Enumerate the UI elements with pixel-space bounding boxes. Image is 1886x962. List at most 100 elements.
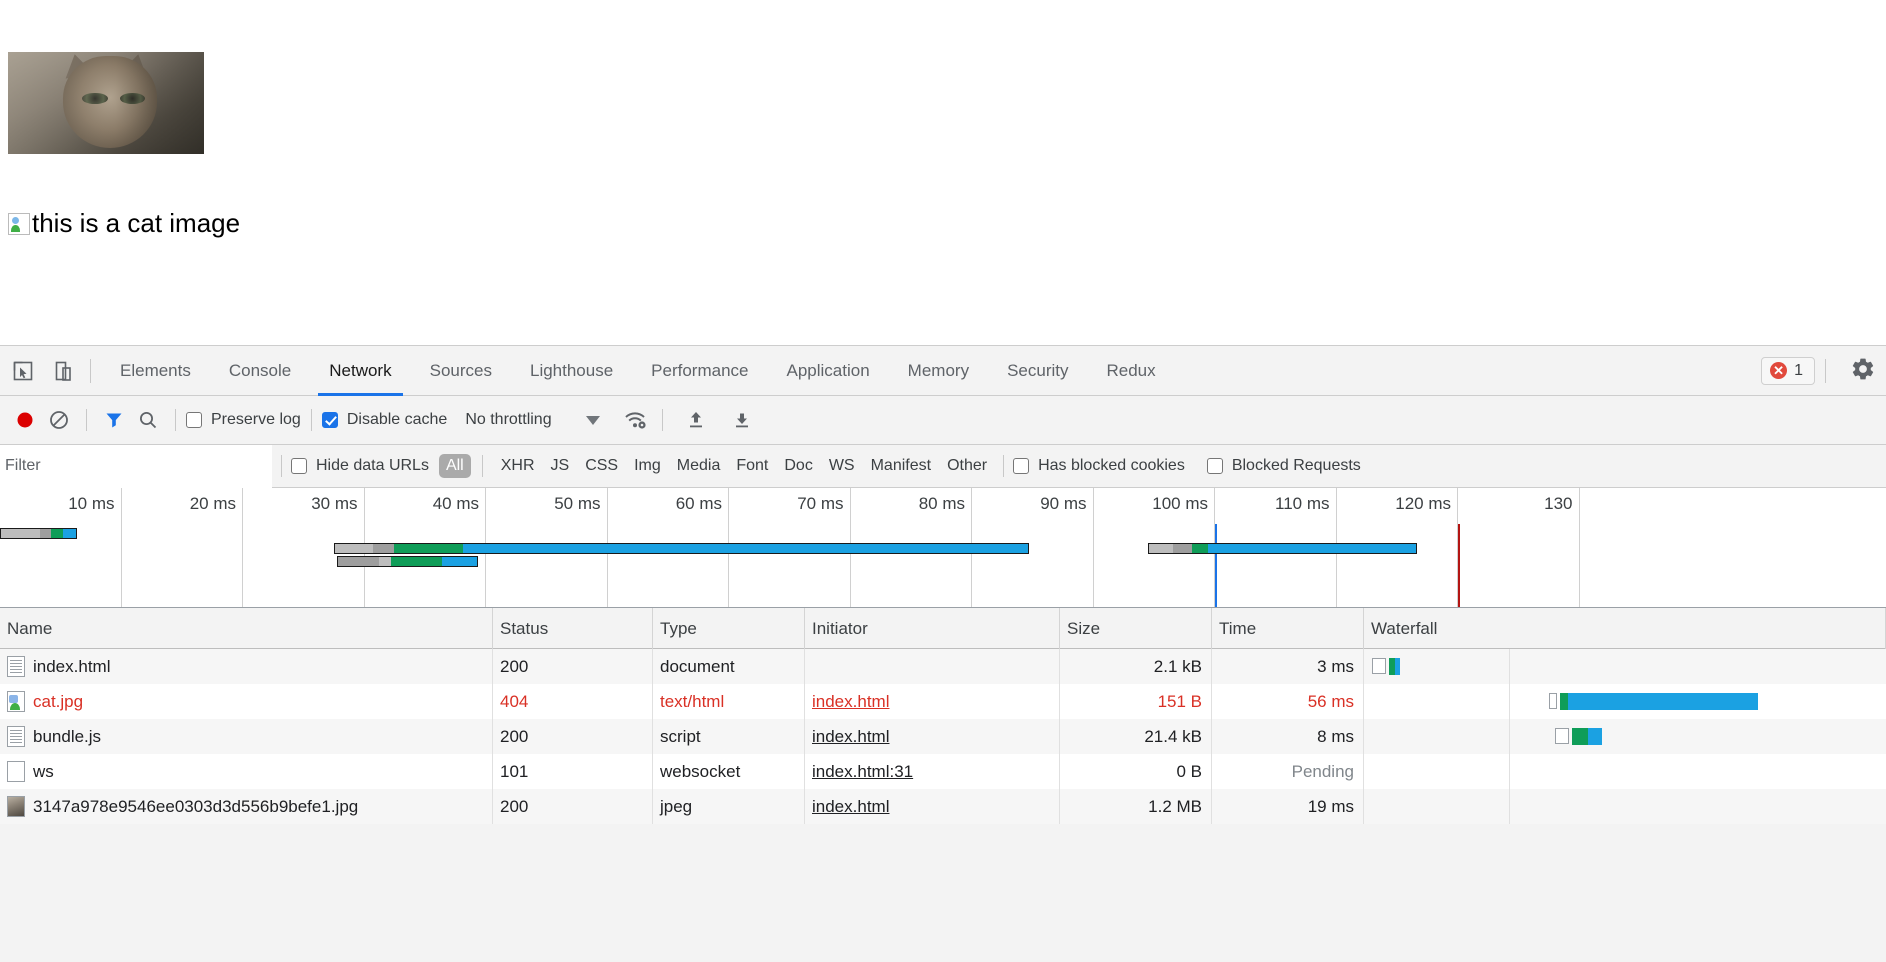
- timeline-tick-label: 100 ms: [1152, 494, 1208, 513]
- initiator-link[interactable]: index.html: [812, 692, 889, 711]
- cell-waterfall: [1364, 719, 1886, 754]
- column-header-size[interactable]: Size: [1060, 607, 1212, 649]
- record-icon[interactable]: [8, 403, 42, 437]
- has-blocked-cookies-checkbox-box: [1013, 458, 1030, 474]
- network-overview-timeline[interactable]: 10 ms 20 ms 30 ms 40 ms 50 ms 60 ms 70 ms 80 ms…: [0, 488, 1886, 608]
- type-filter-xhr[interactable]: XHR: [494, 454, 542, 478]
- has-blocked-cookies-checkbox[interactable]: Has blocked cookies: [1013, 457, 1185, 475]
- tab-memory[interactable]: Memory: [889, 346, 988, 396]
- blocked-requests-checkbox[interactable]: Blocked Requests: [1206, 457, 1361, 475]
- cell-time: 56 ms: [1212, 684, 1364, 719]
- type-filter-all[interactable]: All: [438, 454, 471, 478]
- hide-data-urls-label: Hide data URLs: [316, 457, 429, 474]
- funnel-icon[interactable]: [97, 403, 131, 437]
- cell-initiator[interactable]: [805, 649, 1060, 684]
- overview-bar-segment: [337, 557, 380, 566]
- hide-data-urls-checkbox[interactable]: Hide data URLs: [291, 457, 429, 475]
- tab-lighthouse[interactable]: Lighthouse: [511, 346, 632, 396]
- type-filter-img[interactable]: Img: [627, 454, 668, 478]
- overview-bar-segment: [393, 544, 464, 553]
- request-name-label: index.html: [33, 657, 111, 676]
- blocked-requests-label: Blocked Requests: [1231, 457, 1361, 474]
- cell-name[interactable]: cat.jpg: [0, 684, 493, 719]
- type-filter-other[interactable]: Other: [940, 454, 994, 478]
- cell-waterfall: [1364, 649, 1886, 684]
- throttling-dropdown[interactable]: No throttling: [465, 411, 600, 429]
- error-count-badge[interactable]: ✕ 1: [1761, 356, 1815, 385]
- tab-application[interactable]: Application: [768, 346, 889, 396]
- type-filter-js[interactable]: JS: [544, 454, 577, 478]
- cell-type: websocket: [653, 754, 805, 789]
- cell-name[interactable]: index.html: [0, 649, 493, 684]
- tab-sources[interactable]: Sources: [411, 346, 511, 396]
- timeline-tick-label: 60 ms: [675, 494, 722, 513]
- download-arrow-icon[interactable]: [725, 403, 759, 437]
- table-row[interactable]: ws 101 websocket index.html:31 0 B Pending: [0, 754, 1886, 789]
- tab-console[interactable]: Console: [210, 346, 310, 396]
- search-icon[interactable]: [131, 403, 165, 437]
- filter-input[interactable]: [0, 444, 272, 488]
- overview-bar-segment: [335, 544, 374, 553]
- cell-name[interactable]: 3147a978e9546ee0303d3d556b9befe1.jpg: [0, 789, 493, 824]
- table-row[interactable]: 3147a978e9546ee0303d3d556b9befe1.jpg 200 j…: [0, 789, 1886, 824]
- timeline-tick-label: 50 ms: [554, 494, 601, 513]
- timeline-tick-label: 30 ms: [311, 494, 358, 513]
- broken-image-icon: [8, 212, 30, 235]
- table-row[interactable]: bundle.js 200 script index.html 21.4 kB 8 ms: [0, 719, 1886, 754]
- type-filter-css[interactable]: CSS: [578, 454, 625, 478]
- column-header-time[interactable]: Time: [1212, 607, 1364, 649]
- cell-initiator[interactable]: index.html: [805, 789, 1060, 824]
- cell-name[interactable]: ws: [0, 754, 493, 789]
- tab-security[interactable]: Security: [988, 346, 1087, 396]
- column-header-name[interactable]: Name: [0, 607, 493, 649]
- initiator-link[interactable]: index.html: [812, 797, 889, 816]
- type-filter-media[interactable]: Media: [670, 454, 728, 478]
- type-filter-manifest[interactable]: Manifest: [864, 454, 938, 478]
- inspect-element-icon[interactable]: [6, 354, 40, 388]
- column-header-status[interactable]: Status: [493, 607, 653, 649]
- preserve-log-label: Preserve log: [211, 411, 301, 428]
- devtools-panel: Elements Console Network Sources Lightho…: [0, 345, 1886, 962]
- network-requests-table: Name Status Type Initiator Size Time Wat…: [0, 607, 1886, 824]
- chevron-down-icon: [585, 415, 600, 425]
- overview-request-bar: [334, 543, 1029, 554]
- tab-label: Network: [329, 360, 392, 380]
- column-header-initiator[interactable]: Initiator: [805, 607, 1060, 649]
- timeline-tick-label: 130: [1544, 494, 1573, 513]
- cell-time: 3 ms: [1212, 649, 1364, 684]
- document-file-icon: [7, 726, 25, 747]
- disable-cache-checkbox[interactable]: Disable cache: [321, 411, 447, 429]
- cell-waterfall: [1364, 789, 1886, 824]
- upload-arrow-icon[interactable]: [679, 403, 713, 437]
- clear-icon[interactable]: [42, 403, 76, 437]
- gear-icon[interactable]: [1850, 356, 1876, 385]
- preserve-log-checkbox[interactable]: Preserve log: [186, 411, 301, 429]
- cell-name[interactable]: bundle.js: [0, 719, 493, 754]
- initiator-link[interactable]: index.html:31: [812, 762, 913, 781]
- column-header-type[interactable]: Type: [653, 607, 805, 649]
- has-blocked-cookies-label: Has blocked cookies: [1038, 457, 1185, 474]
- tab-redux[interactable]: Redux: [1088, 346, 1175, 396]
- timeline-tick-label: 120 ms: [1395, 494, 1451, 513]
- timeline-tick-label: 10 ms: [68, 494, 115, 513]
- tab-label: Elements: [120, 360, 191, 380]
- tab-performance[interactable]: Performance: [632, 346, 767, 396]
- table-row[interactable]: index.html 200 document 2.1 kB 3 ms: [0, 649, 1886, 684]
- type-filter-font[interactable]: Font: [729, 454, 775, 478]
- tab-network[interactable]: Network: [310, 346, 410, 396]
- table-row[interactable]: cat.jpg 404 text/html index.html 151 B 56 ms: [0, 684, 1886, 719]
- column-header-waterfall[interactable]: Waterfall: [1364, 607, 1886, 649]
- type-filter-doc[interactable]: Doc: [777, 454, 819, 478]
- cell-initiator[interactable]: index.html: [805, 684, 1060, 719]
- cell-initiator[interactable]: index.html: [805, 719, 1060, 754]
- wifi-settings-icon[interactable]: [618, 403, 652, 437]
- initiator-link[interactable]: index.html: [812, 727, 889, 746]
- image-thumbnail-icon: [7, 796, 25, 817]
- type-filter-ws[interactable]: WS: [822, 454, 862, 478]
- cell-initiator[interactable]: index.html:31: [805, 754, 1060, 789]
- overview-bar-segment: [1149, 544, 1174, 553]
- request-name-label: bundle.js: [33, 727, 102, 746]
- timeline-tick-label: 80 ms: [918, 494, 965, 513]
- device-toolbar-icon[interactable]: [46, 354, 80, 388]
- tab-elements[interactable]: Elements: [101, 346, 210, 396]
